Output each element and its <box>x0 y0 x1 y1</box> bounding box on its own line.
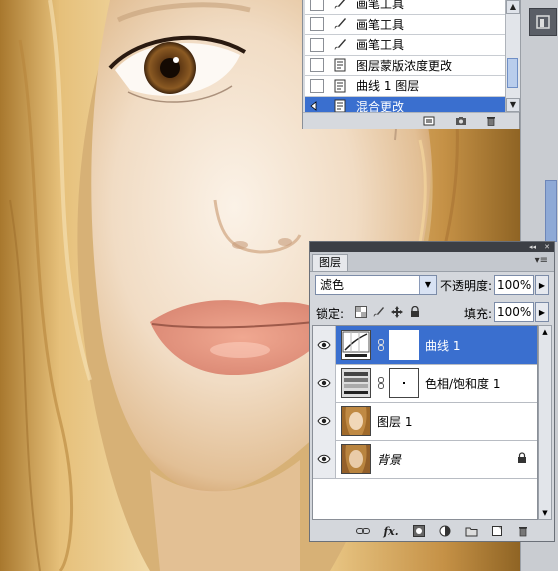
history-item-label: 图层蒙版浓度更改 <box>356 58 453 73</box>
layer-name[interactable]: 背景 <box>377 451 401 468</box>
layers-scrollbar[interactable]: ▲ ▼ <box>538 325 552 520</box>
panel-toggle-icon <box>536 15 550 29</box>
layer-row[interactable]: 图层 1 <box>313 402 537 441</box>
opacity-input[interactable]: 100% <box>494 275 534 295</box>
curves-adjustment-thumbnail-icon[interactable] <box>341 330 371 360</box>
opacity-label: 不透明度: <box>440 279 493 293</box>
history-item[interactable]: 曲线 1 图层 <box>305 76 505 97</box>
history-list: 画笔工具 画笔工具 画笔工具 图层蒙版浓度更改 曲线 1 图层 混合更改 <box>305 0 505 112</box>
layers-panel: ◂◂ ✕ 图层 ▾≡ 滤色 ▼ 不透明度: 100% ▶ 锁定: 填充: 100… <box>309 241 555 542</box>
layer-mask-thumbnail[interactable] <box>389 368 419 398</box>
dock-tool-button[interactable] <box>529 8 557 36</box>
history-item[interactable]: 画笔工具 <box>305 0 505 15</box>
visibility-eye-icon[interactable] <box>313 364 336 402</box>
lock-icon <box>517 452 527 464</box>
mask-link-icon[interactable] <box>377 339 385 351</box>
close-panel-icon[interactable]: ✕ <box>544 243 550 251</box>
history-source-checkbox[interactable] <box>310 78 324 93</box>
history-item-selected[interactable]: 混合更改 <box>305 96 505 112</box>
layer-row[interactable]: 背景 <box>313 440 537 479</box>
trash-icon[interactable] <box>485 115 497 126</box>
history-item[interactable]: 图层蒙版浓度更改 <box>305 56 505 76</box>
link-layers-icon[interactable] <box>356 525 370 537</box>
lock-pixels-brush-icon[interactable] <box>372 305 385 318</box>
brush-icon <box>332 37 348 53</box>
camera-snapshot-icon[interactable] <box>455 115 467 126</box>
fill-slider-button[interactable]: ▶ <box>535 302 549 322</box>
history-item-label: 曲线 1 图层 <box>356 79 420 94</box>
history-item-label: 混合更改 <box>356 99 405 112</box>
blend-mode-value: 滤色 <box>320 278 345 292</box>
history-item[interactable]: 画笔工具 <box>305 35 505 56</box>
layer-row-selected[interactable]: 曲线 1 <box>313 326 537 365</box>
history-item[interactable]: 画笔工具 <box>305 15 505 35</box>
history-scroll-thumb[interactable] <box>507 58 518 88</box>
lock-transparency-icon[interactable] <box>354 305 367 318</box>
layer-mask-thumbnail[interactable] <box>389 330 419 360</box>
visibility-eye-icon[interactable] <box>313 402 336 440</box>
fx-icon[interactable]: fx. <box>383 525 398 538</box>
visibility-eye-icon[interactable] <box>313 440 336 478</box>
new-adjustment-icon[interactable] <box>438 525 452 537</box>
brush-icon <box>332 16 348 32</box>
collapse-panel-icon[interactable]: ◂◂ <box>529 243 536 251</box>
new-group-icon[interactable] <box>464 525 478 537</box>
scroll-down-icon[interactable]: ▼ <box>506 98 520 112</box>
layer-name[interactable]: 曲线 1 <box>425 337 460 354</box>
history-state-icon <box>332 78 348 94</box>
layer-name[interactable]: 色相/饱和度 1 <box>425 375 501 392</box>
history-item-label: 画笔工具 <box>356 0 405 12</box>
history-source-checkbox[interactable] <box>310 0 324 11</box>
layer-name[interactable]: 图层 1 <box>377 413 412 430</box>
layer-image-thumbnail[interactable] <box>341 406 371 436</box>
brush-icon <box>332 0 348 12</box>
history-source-checkbox[interactable] <box>310 17 324 32</box>
layers-footer: fx. <box>310 521 554 541</box>
dock-scroll-thumb[interactable] <box>545 180 557 242</box>
history-scrollbar[interactable]: ▲ ▼ <box>505 0 520 112</box>
opacity-slider-button[interactable]: ▶ <box>535 275 549 295</box>
lock-all-icon[interactable] <box>408 305 421 318</box>
history-panel: 画笔工具 画笔工具 画笔工具 图层蒙版浓度更改 曲线 1 图层 混合更改 ▲ ▼ <box>302 0 520 129</box>
layer-image-thumbnail[interactable] <box>341 444 371 474</box>
scroll-down-icon[interactable]: ▼ <box>539 507 551 519</box>
lock-position-move-icon[interactable] <box>390 305 403 318</box>
hue-saturation-adjustment-thumbnail-icon[interactable] <box>341 368 371 398</box>
panel-menu-icon[interactable]: ▾≡ <box>535 255 548 266</box>
tab-layers[interactable]: 图层 <box>312 254 348 271</box>
new-layer-icon[interactable] <box>490 525 504 537</box>
fill-input[interactable]: 100% <box>494 302 534 322</box>
mask-link-icon[interactable] <box>377 377 385 389</box>
scroll-up-icon[interactable]: ▲ <box>539 326 551 338</box>
add-mask-icon[interactable] <box>412 525 426 537</box>
history-footer <box>303 112 519 129</box>
layer-list: 曲线 1 色相/饱和度 1 图层 1 背景 <box>312 325 538 520</box>
history-item-label: 画笔工具 <box>356 17 405 32</box>
panel-titlebar[interactable]: ◂◂ ✕ <box>310 242 554 252</box>
blend-mode-select[interactable]: 滤色 ▼ <box>315 275 437 295</box>
fill-label: 填充: <box>464 307 493 321</box>
chevron-down-icon[interactable]: ▼ <box>419 276 436 294</box>
lock-label: 锁定: <box>316 307 345 321</box>
history-state-icon <box>332 98 348 112</box>
history-item-label: 画笔工具 <box>356 38 405 53</box>
history-source-checkbox[interactable] <box>310 37 324 52</box>
layer-row[interactable]: 色相/饱和度 1 <box>313 364 537 403</box>
history-source-checkbox[interactable] <box>310 58 324 73</box>
trash-icon[interactable] <box>516 525 530 537</box>
scroll-up-icon[interactable]: ▲ <box>506 0 520 14</box>
visibility-eye-icon[interactable] <box>313 326 336 364</box>
new-document-from-state-icon[interactable] <box>423 115 435 126</box>
history-state-icon <box>332 57 348 73</box>
history-brush-marker-icon[interactable] <box>310 99 324 112</box>
panel-tab-row: 图层 ▾≡ <box>310 252 554 272</box>
